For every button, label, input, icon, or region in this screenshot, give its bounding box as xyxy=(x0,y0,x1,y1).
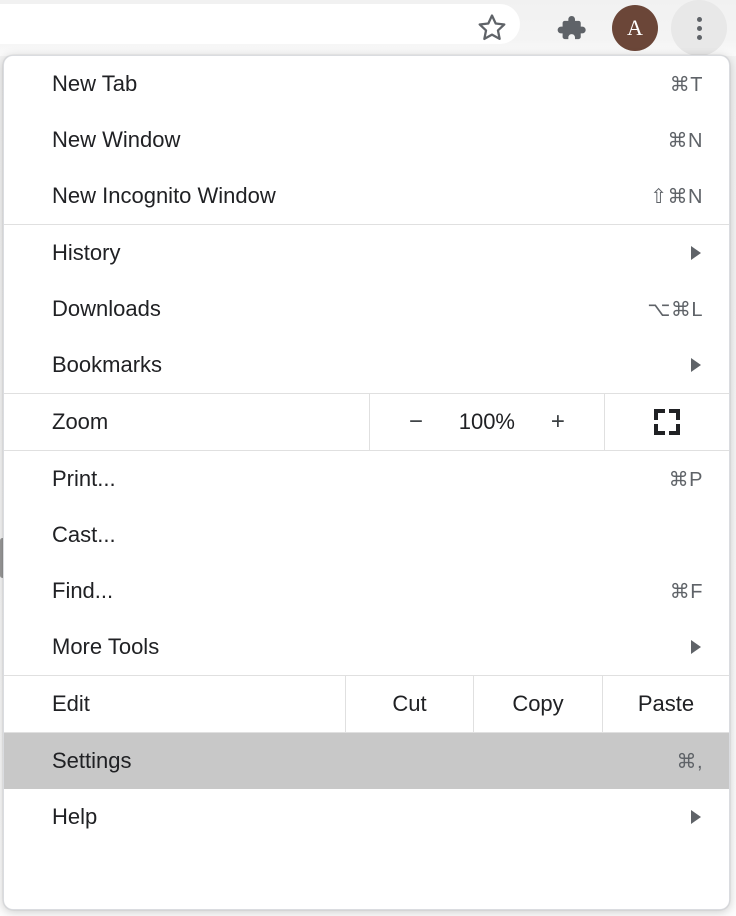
profile-avatar-button[interactable]: A xyxy=(607,0,663,56)
menu-item-find[interactable]: Find... ⌘F xyxy=(4,563,729,619)
copy-button[interactable]: Copy xyxy=(473,676,602,732)
menu-item-label: History xyxy=(52,240,121,265)
cut-button[interactable]: Cut xyxy=(345,676,473,732)
menu-item-new-window[interactable]: New Window ⌘N xyxy=(4,112,729,168)
zoom-level-value: 100% xyxy=(458,409,515,434)
fullscreen-icon xyxy=(654,409,681,435)
zoom-controls: − 100% + xyxy=(368,394,605,450)
zoom-out-button[interactable]: − xyxy=(393,408,439,436)
browser-toolbar: A xyxy=(0,0,736,56)
menu-item-more-tools[interactable]: More Tools xyxy=(4,619,729,675)
edit-row: Edit Cut Copy Paste xyxy=(4,676,729,732)
menu-item-shortcut: ⌘P xyxy=(668,468,703,491)
menu-item-history[interactable]: History xyxy=(4,225,729,281)
avatar: A xyxy=(612,5,658,51)
extensions-button[interactable] xyxy=(543,0,599,56)
menu-section-new: New Tab ⌘T New Window ⌘N New Incognito W… xyxy=(4,56,729,225)
menu-item-label: New Tab xyxy=(52,71,138,96)
menu-item-label: More Tools xyxy=(52,634,160,659)
edit-label: Edit xyxy=(52,691,90,716)
three-dot-icon xyxy=(696,16,702,40)
menu-item-label: Downloads xyxy=(52,296,161,321)
menu-item-bookmarks[interactable]: Bookmarks xyxy=(4,337,729,393)
menu-item-label: Print... xyxy=(52,466,116,491)
menu-item-label: Bookmarks xyxy=(52,352,163,377)
chrome-menu-button[interactable] xyxy=(671,0,727,56)
submenu-arrow-icon xyxy=(691,810,701,824)
paste-button[interactable]: Paste xyxy=(602,676,729,732)
menu-item-shortcut: ⌘N xyxy=(667,129,703,152)
menu-item-shortcut: ⌥⌘L xyxy=(647,298,703,321)
menu-item-shortcut: ⌘T xyxy=(669,73,703,96)
bookmark-star-icon xyxy=(478,14,506,41)
menu-item-new-incognito-window[interactable]: New Incognito Window ⇧⌘N xyxy=(4,168,729,224)
zoom-in-button[interactable]: + xyxy=(535,408,581,436)
menu-item-shortcut: ⌘, xyxy=(676,750,703,773)
menu-section-edit: Edit Cut Copy Paste xyxy=(4,676,729,733)
bookmark-star-button[interactable] xyxy=(464,0,520,56)
menu-item-shortcut: ⇧⌘N xyxy=(650,185,703,208)
menu-item-label: New Incognito Window xyxy=(52,183,276,208)
zoom-label: Zoom xyxy=(52,409,109,434)
menu-item-downloads[interactable]: Downloads ⌥⌘L xyxy=(4,281,729,337)
menu-item-shortcut: ⌘F xyxy=(669,580,703,603)
submenu-arrow-icon xyxy=(691,358,701,372)
menu-section-zoom: Zoom − 100% + xyxy=(4,394,729,451)
menu-section-browsing: History Downloads ⌥⌘L Bookmarks xyxy=(4,225,729,394)
menu-item-cast[interactable]: Cast... xyxy=(4,507,729,563)
menu-item-label: New Window xyxy=(52,127,181,152)
menu-item-new-tab[interactable]: New Tab ⌘T xyxy=(4,56,729,112)
menu-item-label: Cast... xyxy=(52,522,116,547)
menu-item-label: Help xyxy=(52,804,98,829)
menu-item-settings[interactable]: Settings ⌘, xyxy=(4,733,729,789)
menu-section-tools: Print... ⌘P Cast... Find... ⌘F More Tool… xyxy=(4,451,729,676)
puzzle-piece-icon xyxy=(557,16,586,40)
chrome-main-menu: New Tab ⌘T New Window ⌘N New Incognito W… xyxy=(3,55,730,910)
menu-item-help[interactable]: Help xyxy=(4,789,729,845)
menu-section-preferences: Settings ⌘, Help xyxy=(4,733,729,845)
submenu-arrow-icon xyxy=(691,246,701,260)
menu-item-label: Settings xyxy=(52,748,132,773)
avatar-initial: A xyxy=(627,15,643,40)
fullscreen-button[interactable] xyxy=(604,394,729,450)
menu-item-label: Find... xyxy=(52,578,114,603)
submenu-arrow-icon xyxy=(691,640,701,654)
menu-item-print[interactable]: Print... ⌘P xyxy=(4,451,729,507)
zoom-row: Zoom − 100% + xyxy=(4,394,729,450)
omnibox[interactable] xyxy=(0,4,520,44)
